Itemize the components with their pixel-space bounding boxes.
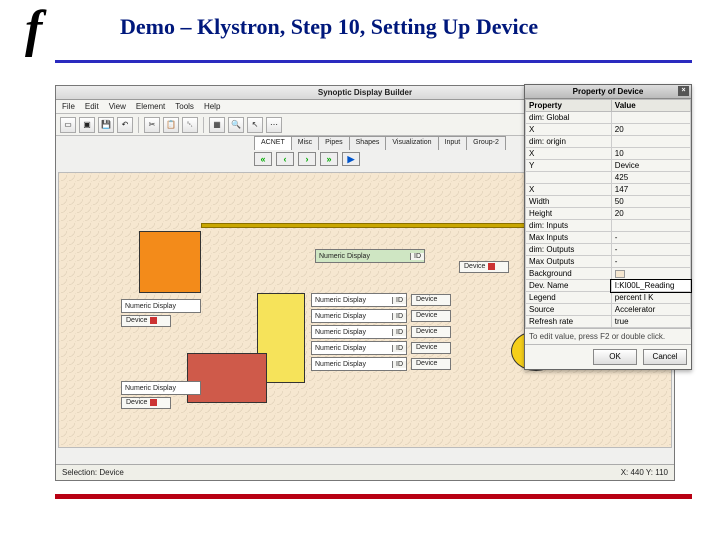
property-row[interactable]: dim: Inputs: [526, 220, 691, 232]
device-widget[interactable]: Device: [411, 294, 451, 306]
menu-help[interactable]: Help: [204, 102, 220, 111]
tab-pipes[interactable]: Pipes: [318, 136, 350, 150]
numeric-display-widget[interactable]: Numeric Display: [121, 299, 201, 313]
ok-button[interactable]: OK: [593, 349, 637, 365]
menu-edit[interactable]: Edit: [85, 102, 99, 111]
property-row[interactable]: X147: [526, 184, 691, 196]
property-row[interactable]: X10: [526, 148, 691, 160]
open-icon[interactable]: ▣: [79, 117, 95, 133]
device-widget[interactable]: Device: [411, 326, 451, 338]
property-hint: To edit value, press F2 or double click.: [525, 328, 691, 344]
slide-title: Demo – Klystron, Step 10, Setting Up Dev…: [120, 14, 538, 40]
toolbar-separator: [138, 117, 139, 133]
slide-logo: f: [25, 0, 42, 59]
property-row[interactable]: YDevice: [526, 160, 691, 172]
property-row[interactable]: Max Outputs-: [526, 256, 691, 268]
delete-icon[interactable]: ␡: [182, 117, 198, 133]
property-row[interactable]: dim: origin: [526, 136, 691, 148]
grid-icon[interactable]: ▦: [209, 117, 225, 133]
property-row[interactable]: dim: Outputs-: [526, 244, 691, 256]
device-widget[interactable]: Device: [411, 342, 451, 354]
undo-icon[interactable]: ↶: [117, 117, 133, 133]
color-swatch-icon: [615, 270, 625, 278]
property-row[interactable]: Legendpercent I K: [526, 292, 691, 304]
numeric-display-widget[interactable]: Numeric Display ID: [315, 249, 425, 263]
device-widget[interactable]: Device: [411, 310, 451, 322]
status-indicator-icon: [150, 399, 157, 406]
property-table: Property Value dim: Global X20dim: origi…: [525, 99, 691, 328]
status-indicator-icon: [150, 317, 157, 324]
nav-play-icon[interactable]: ▶: [342, 152, 360, 166]
property-row[interactable]: dim: Global: [526, 112, 691, 124]
menu-file[interactable]: File: [62, 102, 75, 111]
device-widget[interactable]: Device: [411, 358, 451, 370]
property-row[interactable]: SourceAccelerator: [526, 304, 691, 316]
property-col-name: Property: [526, 100, 612, 112]
property-row[interactable]: X20: [526, 124, 691, 136]
property-row[interactable]: Dev. NameI:KI00L_Reading: [526, 280, 691, 292]
palette-tabstrip: ACNET Misc Pipes Shapes Visualization In…: [254, 136, 505, 150]
property-panel-title: Property of Device ×: [525, 85, 691, 99]
numeric-display-widget[interactable]: Numeric DisplayID: [311, 325, 407, 339]
nav-next-icon[interactable]: ›: [298, 152, 316, 166]
tab-group-2[interactable]: Group-2: [466, 136, 506, 150]
toolbar-separator: [203, 117, 204, 133]
numeric-display-widget[interactable]: Numeric DisplayID: [311, 341, 407, 355]
widget-label: Numeric Display: [316, 253, 410, 260]
status-selection: Selection: Device: [62, 468, 124, 477]
menu-tools[interactable]: Tools: [175, 102, 194, 111]
property-row[interactable]: Background: [526, 268, 691, 280]
new-icon[interactable]: ▭: [60, 117, 76, 133]
menu-view[interactable]: View: [109, 102, 126, 111]
property-row[interactable]: 425: [526, 172, 691, 184]
menu-element[interactable]: Element: [136, 102, 165, 111]
property-row[interactable]: Refresh ratetrue: [526, 316, 691, 328]
pointer-icon[interactable]: ↖: [247, 117, 263, 133]
shape-orange-square[interactable]: [139, 231, 201, 293]
cut-icon[interactable]: ✂: [144, 117, 160, 133]
tab-shapes[interactable]: Shapes: [349, 136, 387, 150]
tab-acnet[interactable]: ACNET: [254, 136, 292, 150]
property-row[interactable]: Height20: [526, 208, 691, 220]
nav-first-icon[interactable]: «: [254, 152, 272, 166]
widget-tag: ID: [410, 253, 424, 260]
save-icon[interactable]: 💾: [98, 117, 114, 133]
property-close-button[interactable]: ×: [678, 86, 689, 96]
numeric-display-widget[interactable]: Numeric DisplayID: [311, 309, 407, 323]
zoom-icon[interactable]: 🔍: [228, 117, 244, 133]
divider-top: [55, 60, 692, 63]
numeric-display-widget[interactable]: Numeric DisplayID: [311, 357, 407, 371]
status-coords: X: 440 Y: 110: [621, 468, 668, 477]
shape-red-rect[interactable]: [187, 353, 267, 403]
more-icon[interactable]: ⋯: [266, 117, 282, 133]
app-title: Synoptic Display Builder: [318, 88, 412, 97]
status-indicator-icon: [488, 263, 495, 270]
nav-last-icon[interactable]: »: [320, 152, 338, 166]
device-widget[interactable]: Device: [459, 261, 509, 273]
paste-icon[interactable]: 📋: [163, 117, 179, 133]
tab-visualization[interactable]: Visualization: [385, 136, 438, 150]
tab-input[interactable]: Input: [438, 136, 468, 150]
tab-misc[interactable]: Misc: [291, 136, 319, 150]
device-widget[interactable]: Device: [121, 315, 171, 327]
property-col-value: Value: [611, 100, 690, 112]
divider-bottom: [55, 494, 692, 499]
property-row[interactable]: Max Inputs-: [526, 232, 691, 244]
numeric-display-widget[interactable]: Numeric Display: [121, 381, 201, 395]
palette-nav: « ‹ › » ▶: [254, 150, 360, 168]
numeric-display-widget[interactable]: Numeric DisplayID: [311, 293, 407, 307]
cancel-button[interactable]: Cancel: [643, 349, 687, 365]
statusbar: Selection: Device X: 440 Y: 110: [56, 464, 674, 480]
property-panel: Property of Device × Property Value dim:…: [524, 84, 692, 370]
nav-prev-icon[interactable]: ‹: [276, 152, 294, 166]
device-widget[interactable]: Device: [121, 397, 171, 409]
property-row[interactable]: Width50: [526, 196, 691, 208]
pipe-horizontal[interactable]: [201, 223, 531, 228]
